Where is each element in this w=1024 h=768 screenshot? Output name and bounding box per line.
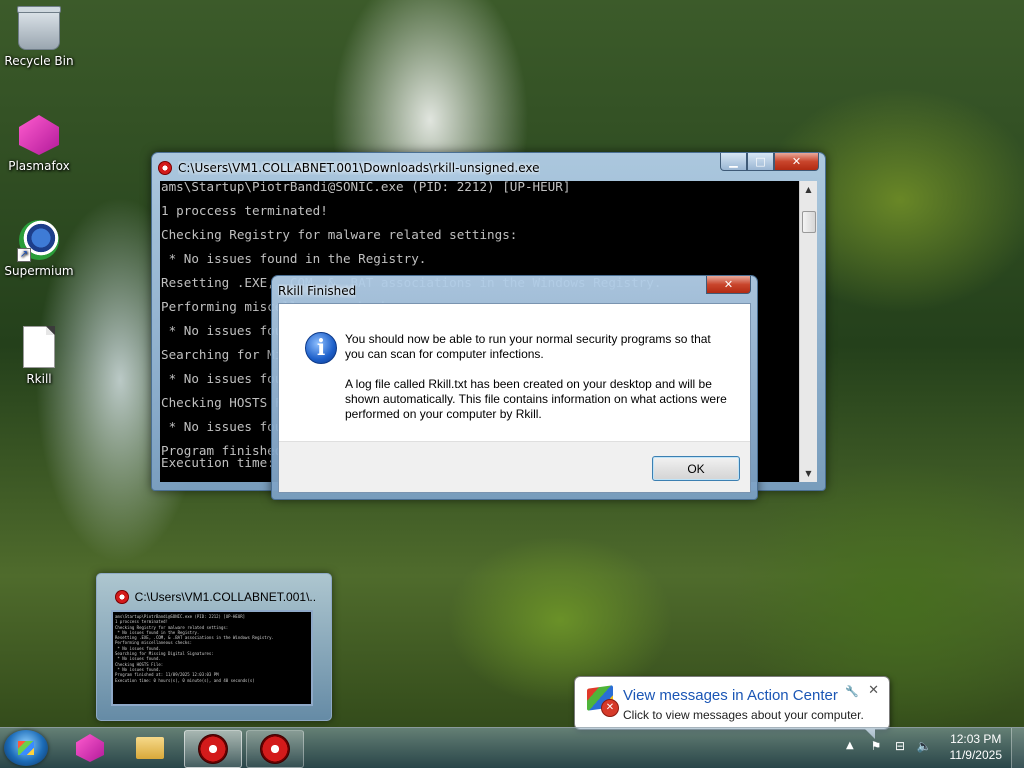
rkill-app-icon [158,161,172,175]
ok-button[interactable]: OK [652,456,740,481]
dialog-title: Rkill Finished [278,284,357,298]
notification-subtitle: Click to view messages about your comput… [623,708,864,722]
windows-logo-icon [18,741,34,755]
start-button[interactable] [4,730,48,766]
console-titlebar[interactable]: C:\Users\VM1.COLLABNET.001\Downloads\rki… [158,153,819,179]
notification-title[interactable]: View messages in Action Center [623,687,838,704]
scroll-up-icon[interactable]: ▲ [800,181,817,198]
rkill-icon [198,734,228,764]
dialog-titlebar[interactable]: Rkill Finished ✕ [278,276,751,302]
clock-date: 11/9/2025 [949,748,1003,762]
thumbnail-text: ams\Startup\PiotrBandi@SONIC.exe (PID: 2… [113,612,311,685]
network-tray-icon[interactable]: ⊟ [892,738,908,754]
desktop-icon-label: Plasmafox [8,159,70,173]
console-title: C:\Users\VM1.COLLABNET.001\Downloads\rki… [178,161,540,175]
thumbnail-line: Execution time: 0 hours(s), 0 minute(s),… [115,677,255,683]
notification-close-icon[interactable]: ✕ [868,683,879,698]
thumbnail-preview[interactable]: ams\Startup\PiotrBandi@SONIC.exe (PID: 2… [111,610,313,706]
action-center-notification[interactable]: ✕ View messages in Action Center Click t… [574,676,890,739]
dialog-body: i You should now be able to run your nor… [278,303,751,493]
recycle-bin-icon [17,6,61,50]
supermium-icon: ↗ [17,220,59,262]
desktop-icon-supermium[interactable]: ↗ Supermium [3,220,75,278]
rkill-app-icon [115,590,129,604]
text-file-icon [23,326,55,368]
desktop-icon-rkill[interactable]: Rkill [3,326,75,386]
dialog-paragraph-1: You should now be able to run your norma… [345,332,711,361]
error-badge-icon: ✕ [601,699,619,717]
taskbar-plasmafox[interactable] [62,730,118,766]
scrollbar-thumb[interactable] [802,211,816,233]
desktop-icon-plasmafox[interactable]: Plasmafox [3,115,75,173]
volume-muted-tray-icon[interactable]: 🔈 [916,738,932,754]
plasmafox-icon [76,734,104,762]
scroll-down-icon[interactable]: ▼ [800,465,817,482]
show-desktop-button[interactable] [1011,728,1024,768]
taskbar-rkill-console[interactable] [184,730,242,768]
thumbnail-title: C:\Users\VM1.COLLABNET.001\... [134,590,315,604]
desktop-icon-label: Rkill [26,372,52,386]
maximize-button[interactable]: □ [747,153,774,171]
rkill-icon [260,734,290,764]
pin-icon[interactable]: 🔧 [845,685,859,698]
clock-time: 12:03 PM [950,732,1002,746]
shortcut-arrow-icon: ↗ [17,248,31,262]
rkill-finished-dialog: Rkill Finished ✕ i You should now be abl… [271,275,758,500]
folder-icon [136,737,164,759]
show-hidden-icons-button[interactable]: ▲ [846,740,854,751]
system-clock[interactable]: 12:03 PM 11/9/2025 [950,731,1003,763]
plasmafox-icon [19,115,59,155]
console-line: 1 proccess terminated! [161,203,328,218]
console-line: * No issues found in the Registry. [161,251,427,266]
desktop-icon-recycle-bin[interactable]: Recycle Bin [3,6,75,68]
info-icon: i [305,332,337,364]
dialog-message: You should now be able to run your norma… [345,332,730,437]
taskbar-explorer[interactable] [122,730,178,766]
dialog-paragraph-2: A log file called Rkill.txt has been cre… [345,377,727,421]
desktop-icon-label: Supermium [4,264,74,278]
close-button[interactable]: ✕ [774,153,819,171]
desktop-icon-label: Recycle Bin [4,54,74,68]
dialog-close-button[interactable]: ✕ [706,276,751,294]
taskbar-thumbnail[interactable]: C:\Users\VM1.COLLABNET.001\... ams\Start… [96,573,332,721]
console-line: ams\Startup\PiotrBandi@SONIC.exe (PID: 2… [161,181,571,194]
dialog-footer: OK [279,441,750,492]
console-line: Checking Registry for malware related se… [161,227,518,242]
taskbar: ▲ ⚑ ⊟ 🔈 12:03 PM 11/9/2025 [0,727,1024,768]
taskbar-rkill-dialog[interactable] [246,730,304,768]
action-center-tray-icon[interactable]: ⚑ [868,738,884,754]
thumbnail-titlebar: C:\Users\VM1.COLLABNET.001\... [115,588,315,606]
minimize-button[interactable]: ▁ [720,153,747,171]
console-scrollbar[interactable]: ▲ ▼ [799,181,817,482]
